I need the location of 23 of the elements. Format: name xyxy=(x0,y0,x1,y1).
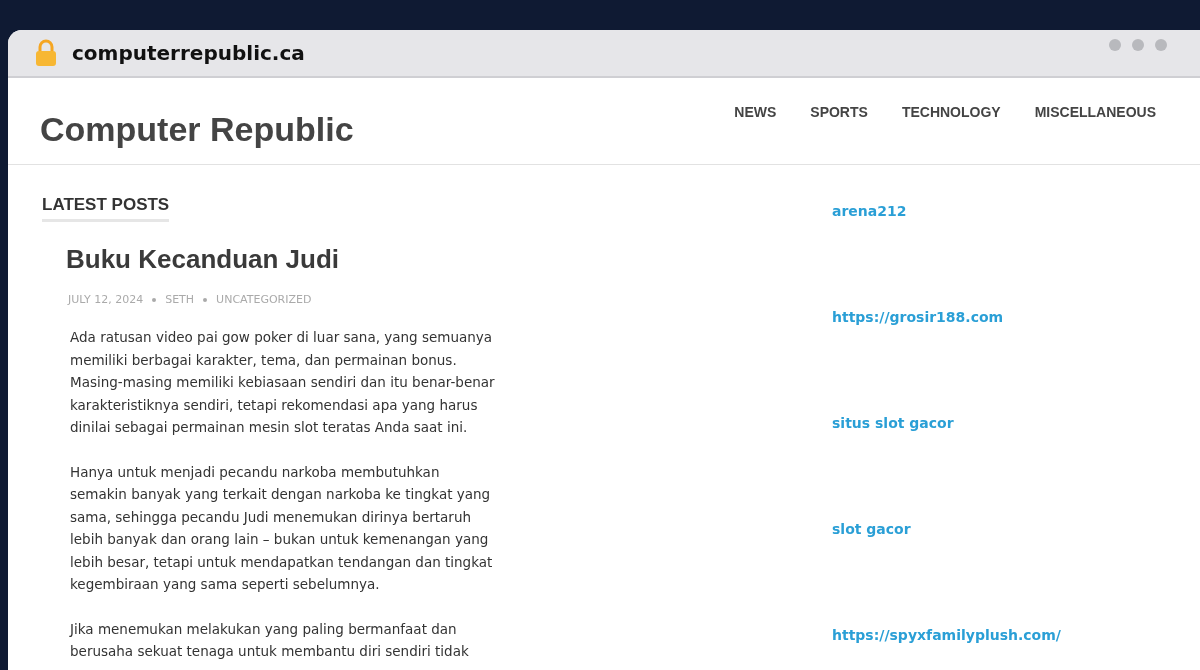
padlock-icon xyxy=(34,39,58,67)
nav-link[interactable]: SPORTS xyxy=(810,104,868,120)
sidebar-link[interactable]: slot gacor xyxy=(832,521,1061,537)
sidebar-link[interactable]: https://spyxfamilyplush.com/ xyxy=(832,627,1061,643)
post-title[interactable]: Buku Kecanduan Judi xyxy=(66,244,340,275)
sidebar-link[interactable]: situs slot gacor xyxy=(832,415,1061,431)
post-paragraph: Hanya untuk menjadi pecandu narkoba membutuhkan semakin banyak yang terkait dengan narkoba ke tingkat yang sama, sehingga pecandu Judi menemukan dirinya bertaruh lebih banyak dan orang lain – bukan untuk kemenangan yang lebih besar, tetapi untuk mendapatkan tendangan dan tingkat kegembiraan yang sama seperti sebelumnya. xyxy=(70,462,494,594)
site-title[interactable]: Computer Republic xyxy=(40,109,354,149)
sidebar-link[interactable]: arena212 xyxy=(832,203,1061,219)
post-date[interactable]: JULY 12, 2024 xyxy=(68,293,144,306)
post-category[interactable]: UNCATEGORIZED xyxy=(216,293,312,306)
post-paragraph: Jika menemukan melakukan yang paling bermanfaat dan berusaha sekuat tenaga untuk membantu diri sendiri tidak xyxy=(70,619,470,661)
nav-link[interactable]: TECHNOLOGY xyxy=(901,104,1001,120)
separator-dot-icon xyxy=(152,297,157,302)
window-controls-icon[interactable] xyxy=(1108,38,1168,52)
section-heading: LATEST POSTS xyxy=(42,195,170,222)
nav-link[interactable]: NEWS xyxy=(734,104,777,120)
sidebar-link[interactable]: https://grosir188.com xyxy=(832,309,1061,325)
nav-link[interactable]: MISCELLANEOUS xyxy=(1034,104,1156,120)
separator-dot-icon xyxy=(203,297,208,302)
post-paragraph: Ada ratusan video pai gow poker di luar sana, yang semuanya memiliki berbagai karakter, tema, dan permainan bonus. Masing-masing memiliki kebiasaan sendiri dan itu benar-benar karakteristiknya sendiri, tetapi rekomendasi apa yang harus dinilai sebagai permainan mesin slot teratas Anda saat ini. xyxy=(70,328,496,437)
post-author[interactable]: SETH xyxy=(165,293,195,306)
address-bar-url[interactable]: computerrepublic.ca xyxy=(72,41,305,65)
